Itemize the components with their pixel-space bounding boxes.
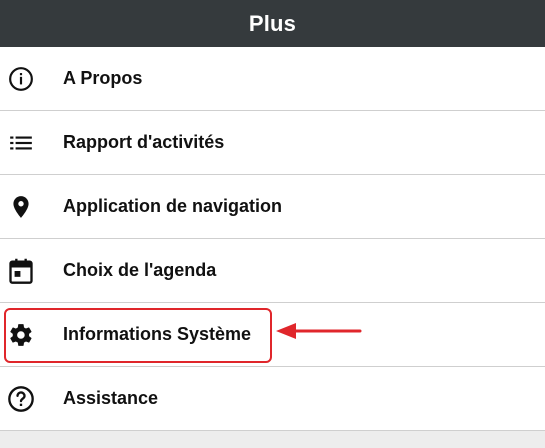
menu-item-label: Rapport d'activités (63, 132, 225, 152)
menu-item-activity-report[interactable]: Rapport d'activités (0, 111, 545, 175)
menu-item-about[interactable]: A Propos (0, 47, 545, 111)
menu-item-navigation-app[interactable]: Application de navigation (0, 175, 545, 239)
header-bar: Plus (0, 0, 545, 47)
gear-icon (7, 321, 35, 349)
menu-item-label: Application de navigation (63, 196, 283, 216)
menu-item-label: A Propos (63, 68, 143, 88)
menu-item-label: Assistance (63, 388, 159, 408)
menu-item-label: Informations Système (63, 324, 252, 344)
menu-item-assistance[interactable]: Assistance (0, 367, 545, 431)
list-icon (7, 129, 35, 157)
page-title: Plus (248, 10, 297, 36)
calendar-icon (7, 257, 35, 285)
menu-item-label: Choix de l'agenda (63, 260, 217, 280)
help-circle-icon (7, 385, 35, 413)
map-pin-icon (7, 193, 35, 221)
screen: Plus A Propos Rapport d'activités Applic… (0, 0, 545, 448)
menu-item-calendar-choice[interactable]: Choix de l'agenda (0, 239, 545, 303)
info-circle-icon (7, 65, 35, 93)
more-menu: A Propos Rapport d'activités Application… (0, 47, 545, 431)
menu-item-system-info[interactable]: Informations Système (0, 303, 545, 367)
